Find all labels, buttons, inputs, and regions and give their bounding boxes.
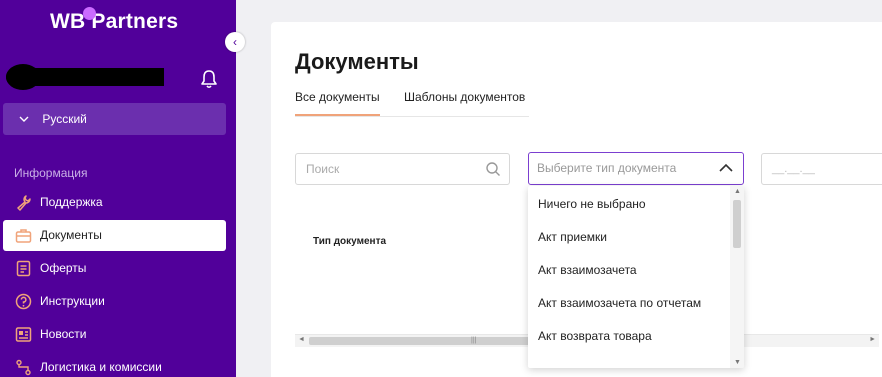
- sidebar-item-label: Поддержка: [40, 195, 103, 209]
- tab-document-templates[interactable]: Шаблоны документов: [404, 90, 525, 116]
- dropdown-option[interactable]: Акт приемки: [538, 230, 607, 244]
- question-icon: [15, 293, 32, 310]
- dropdown-option[interactable]: Акт взаимозачета по отчетам: [538, 296, 701, 310]
- scrollbar-thumb[interactable]: [733, 200, 741, 248]
- route-icon: [16, 359, 31, 376]
- chevron-up-icon: [719, 163, 733, 172]
- language-select[interactable]: Русский: [3, 103, 226, 135]
- search-input[interactable]: Поиск: [295, 153, 510, 185]
- briefcase-icon: [15, 229, 32, 243]
- sidebar-item-logistics[interactable]: Логистика и комиссии: [3, 352, 226, 377]
- section-title-info: Информация: [14, 166, 88, 180]
- column-header-doc-type: Тип документа: [313, 236, 387, 247]
- logo[interactable]: WB Partners: [50, 7, 179, 34]
- scrollbar-thumb[interactable]: [309, 337, 539, 345]
- redacted-user-name: [6, 64, 164, 90]
- bell-icon[interactable]: [200, 69, 218, 89]
- scroll-down-icon[interactable]: ▼: [734, 359, 741, 366]
- sidebar-item-label: Оферты: [40, 261, 87, 275]
- logo-text-wb: WB: [50, 10, 86, 33]
- dropdown-option[interactable]: Акт возврата товара: [538, 329, 652, 343]
- logo-text-partners: Partners: [91, 10, 179, 33]
- sidebar: WB Partners Русский Информация Поддержка …: [0, 0, 236, 377]
- sidebar-item-label: Новости: [40, 327, 87, 341]
- document-icon: [16, 260, 31, 277]
- wrench-icon: [17, 195, 31, 211]
- scroll-right-icon[interactable]: ►: [869, 336, 876, 343]
- chevron-left-icon: ‹: [233, 35, 237, 49]
- scroll-up-icon[interactable]: ▲: [734, 188, 741, 195]
- sidebar-item-label: Логистика и комиссии: [40, 360, 162, 374]
- document-type-select[interactable]: Выберите тип документа: [528, 152, 744, 185]
- dropdown-option[interactable]: Акт взаимозачета: [538, 263, 637, 277]
- page-title: Документы: [295, 49, 419, 74]
- search-icon: [486, 162, 500, 176]
- scrollbar-grip-icon: |||: [471, 337, 477, 344]
- tab-all-documents[interactable]: Все документы: [295, 90, 380, 116]
- sidebar-item-label: Документы: [40, 228, 102, 242]
- sidebar-item-label: Инструкции: [40, 294, 105, 308]
- sidebar-item-instructions[interactable]: Инструкции: [3, 286, 226, 317]
- search-placeholder: Поиск: [306, 162, 340, 176]
- dropdown-option[interactable]: Ничего не выбрано: [538, 197, 646, 211]
- logo-dot-icon: [83, 7, 96, 20]
- sidebar-item-documents[interactable]: Документы: [3, 220, 226, 251]
- sidebar-collapse-button[interactable]: ‹: [225, 32, 245, 52]
- chevron-down-icon: [19, 103, 31, 135]
- language-label: Русский: [42, 112, 87, 126]
- tabs-divider: [295, 116, 529, 117]
- news-icon: [15, 327, 32, 342]
- vertical-scrollbar[interactable]: ▲ ▼: [730, 186, 744, 368]
- sidebar-item-support[interactable]: Поддержка: [3, 187, 226, 218]
- sidebar-item-offers[interactable]: Оферты: [3, 253, 226, 284]
- scroll-left-icon[interactable]: ◄: [298, 336, 305, 343]
- date-field[interactable]: __.__.__: [761, 153, 882, 185]
- document-type-dropdown: Ничего не выбрано Акт приемки Акт взаимо…: [528, 186, 744, 368]
- sidebar-item-news[interactable]: Новости: [3, 319, 226, 350]
- document-type-placeholder: Выберите тип документа: [537, 161, 677, 175]
